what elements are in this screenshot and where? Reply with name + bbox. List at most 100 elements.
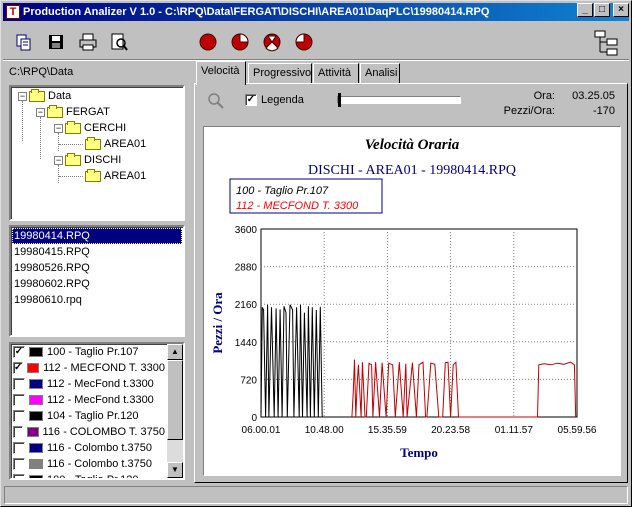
- x-tick-label: 10.48.00: [305, 425, 344, 436]
- tree-node-data[interactable]: Data: [29, 88, 71, 104]
- series-checkbox[interactable]: ✓: [13, 362, 24, 374]
- chart-legend-entry: 100 - Taglio Pr.107: [236, 185, 329, 197]
- series-checkbox[interactable]: [13, 378, 25, 390]
- series-checkbox[interactable]: [13, 394, 25, 406]
- series-list-item[interactable]: 100 - Taglio Pr.120: [11, 472, 165, 480]
- scroll-up-icon[interactable]: ▲: [167, 344, 183, 360]
- series-color-swatch: [29, 379, 43, 389]
- folder-icon: [65, 120, 81, 134]
- series-rows: ✓ 100 - Taglio Pr.107 ✓ 112 - MECFOND T. 33…: [11, 344, 165, 480]
- tree-expander[interactable]: −: [36, 108, 45, 117]
- series-checkbox[interactable]: ✓: [13, 346, 25, 358]
- tab-velocita[interactable]: Velocità: [196, 61, 246, 85]
- series-list-item[interactable]: 104 - Taglio Pr.120: [11, 408, 165, 424]
- series-label: 104 - Taglio Pr.120: [47, 410, 139, 422]
- save-icon[interactable]: [45, 31, 67, 53]
- tree-node-label: FERGAT: [66, 106, 110, 118]
- pie-chart-half-icon[interactable]: [293, 31, 315, 53]
- folder-icon: [85, 136, 101, 150]
- x-tick-label: 06.00.01: [242, 425, 281, 436]
- slider-thumb[interactable]: [338, 93, 341, 107]
- pie-chart-icon[interactable]: [229, 31, 251, 53]
- file-item[interactable]: 19980610.rpq: [12, 292, 182, 308]
- series-list-item[interactable]: ✓ 112 - MECFOND T. 3300: [11, 360, 165, 376]
- x-axis-title: Tempo: [400, 445, 438, 460]
- record-icon[interactable]: [197, 31, 219, 53]
- series-label: 100 - Taglio Pr.107: [47, 346, 139, 358]
- tree-node-dischi-area01[interactable]: AREA01: [85, 168, 146, 184]
- ora-label: Ora:: [533, 90, 555, 102]
- folder-icon: [29, 88, 45, 102]
- x-tick-label: 05.59.56: [558, 425, 597, 436]
- folder-icon: [85, 168, 101, 182]
- series-color-swatch: [29, 347, 43, 357]
- tree-node-label: DISCHI: [84, 154, 122, 166]
- copy-icon[interactable]: [13, 31, 35, 53]
- series-color-swatch: [29, 443, 43, 453]
- tree-expander[interactable]: −: [54, 124, 63, 133]
- title-bar[interactable]: T Production Analizer V 1.0 - C:\RPQ\Dat…: [3, 3, 629, 21]
- pie-chart-alt-icon[interactable]: [261, 31, 283, 53]
- tab-attivita[interactable]: Attività: [313, 63, 359, 83]
- series-checkbox[interactable]: [13, 458, 25, 470]
- status-bar: [4, 486, 628, 504]
- app-icon[interactable]: T: [6, 5, 20, 19]
- print-icon[interactable]: [77, 31, 99, 53]
- tab-progressivo[interactable]: Progressivo: [248, 63, 312, 83]
- file-item[interactable]: 19980526.RPQ: [12, 260, 182, 276]
- scroll-thumb[interactable]: [167, 360, 183, 440]
- series-list[interactable]: ✓ 100 - Taglio Pr.107 ✓ 112 - MECFOND T. 33…: [9, 342, 185, 480]
- series-list-item[interactable]: 112 - MecFond t.3300: [11, 392, 165, 408]
- file-list[interactable]: 19980414.RPQ 19980415.RPQ 19980526.RPQ 1…: [9, 225, 185, 337]
- tree-node-cerchi[interactable]: CERCHI: [65, 120, 126, 136]
- legend-checkbox[interactable]: ✓: [245, 94, 257, 106]
- y-tick-label: 1440: [235, 338, 258, 349]
- series-scrollbar[interactable]: ▲ ▼: [167, 344, 183, 478]
- y-axis-title: Pezzi / Ora: [210, 292, 225, 354]
- y-tick-label: 3600: [235, 225, 258, 236]
- minimize-button[interactable]: _: [577, 3, 593, 17]
- series-list-item[interactable]: 116 - Colombo t.3750: [11, 456, 165, 472]
- file-item[interactable]: 19980415.RPQ: [12, 244, 182, 260]
- network-icon[interactable]: [593, 29, 621, 57]
- tree-node-cerchi-area01[interactable]: AREA01: [85, 136, 146, 152]
- series-label: 100 - Taglio Pr.120: [47, 474, 139, 480]
- chart-legend-entry: 112 - MECFOND T. 3300: [236, 200, 359, 212]
- series-label: 112 - MECFOND T. 3300: [43, 362, 165, 374]
- series-checkbox[interactable]: [13, 426, 23, 438]
- file-item[interactable]: 19980602.RPQ: [12, 276, 182, 292]
- time-slider[interactable]: [337, 93, 461, 107]
- tree-node-label: Data: [48, 90, 72, 102]
- legend-label: Legenda: [261, 94, 304, 106]
- tree-expander[interactable]: −: [54, 156, 63, 165]
- series-label: 116 - Colombo t.3750: [47, 458, 152, 470]
- y-tick-label: 720: [240, 375, 257, 386]
- main-window: T Production Analizer V 1.0 - C:\RPQ\Dat…: [0, 0, 632, 507]
- tab-analisi[interactable]: Analisi: [360, 63, 400, 83]
- series-label: 112 - MecFond t.3300: [47, 378, 154, 390]
- file-item[interactable]: 19980414.RPQ: [12, 228, 182, 244]
- zoom-icon[interactable]: [207, 92, 225, 110]
- legend-toggle[interactable]: ✓ Legenda: [243, 94, 304, 106]
- folder-tree[interactable]: − Data − FERGAT − CERCHI AREA01 − DISCHI…: [9, 85, 185, 221]
- series-list-item[interactable]: 116 - COLOMBO T. 3750: [11, 424, 165, 440]
- series-checkbox[interactable]: [13, 410, 25, 422]
- series-list-item[interactable]: 112 - MecFond t.3300: [11, 376, 165, 392]
- tree-node-dischi[interactable]: DISCHI: [65, 152, 121, 168]
- series-checkbox[interactable]: [13, 474, 25, 478]
- series-list-item[interactable]: ✓ 100 - Taglio Pr.107: [11, 344, 165, 360]
- chart-frame: Velocità Oraria DISCHI - AREA01 - 199804…: [203, 126, 621, 476]
- print-preview-icon[interactable]: [108, 31, 130, 53]
- series-list-item[interactable]: 116 - Colombo t.3750: [11, 440, 165, 456]
- tree-node-fergat[interactable]: FERGAT: [47, 104, 110, 120]
- maximize-button[interactable]: □: [594, 3, 610, 17]
- series-color-swatch: [29, 459, 43, 469]
- series-checkbox[interactable]: [13, 442, 25, 454]
- x-tick-label: 15.35.59: [368, 425, 407, 436]
- scroll-down-icon[interactable]: ▼: [167, 462, 183, 478]
- x-tick-label: 01.11.57: [495, 425, 534, 436]
- tree-expander[interactable]: −: [18, 92, 27, 101]
- window-title: Production Analizer V 1.0 - C:\RPQ\Data\…: [23, 6, 490, 18]
- folder-icon: [65, 152, 81, 166]
- close-button[interactable]: ×: [613, 3, 629, 17]
